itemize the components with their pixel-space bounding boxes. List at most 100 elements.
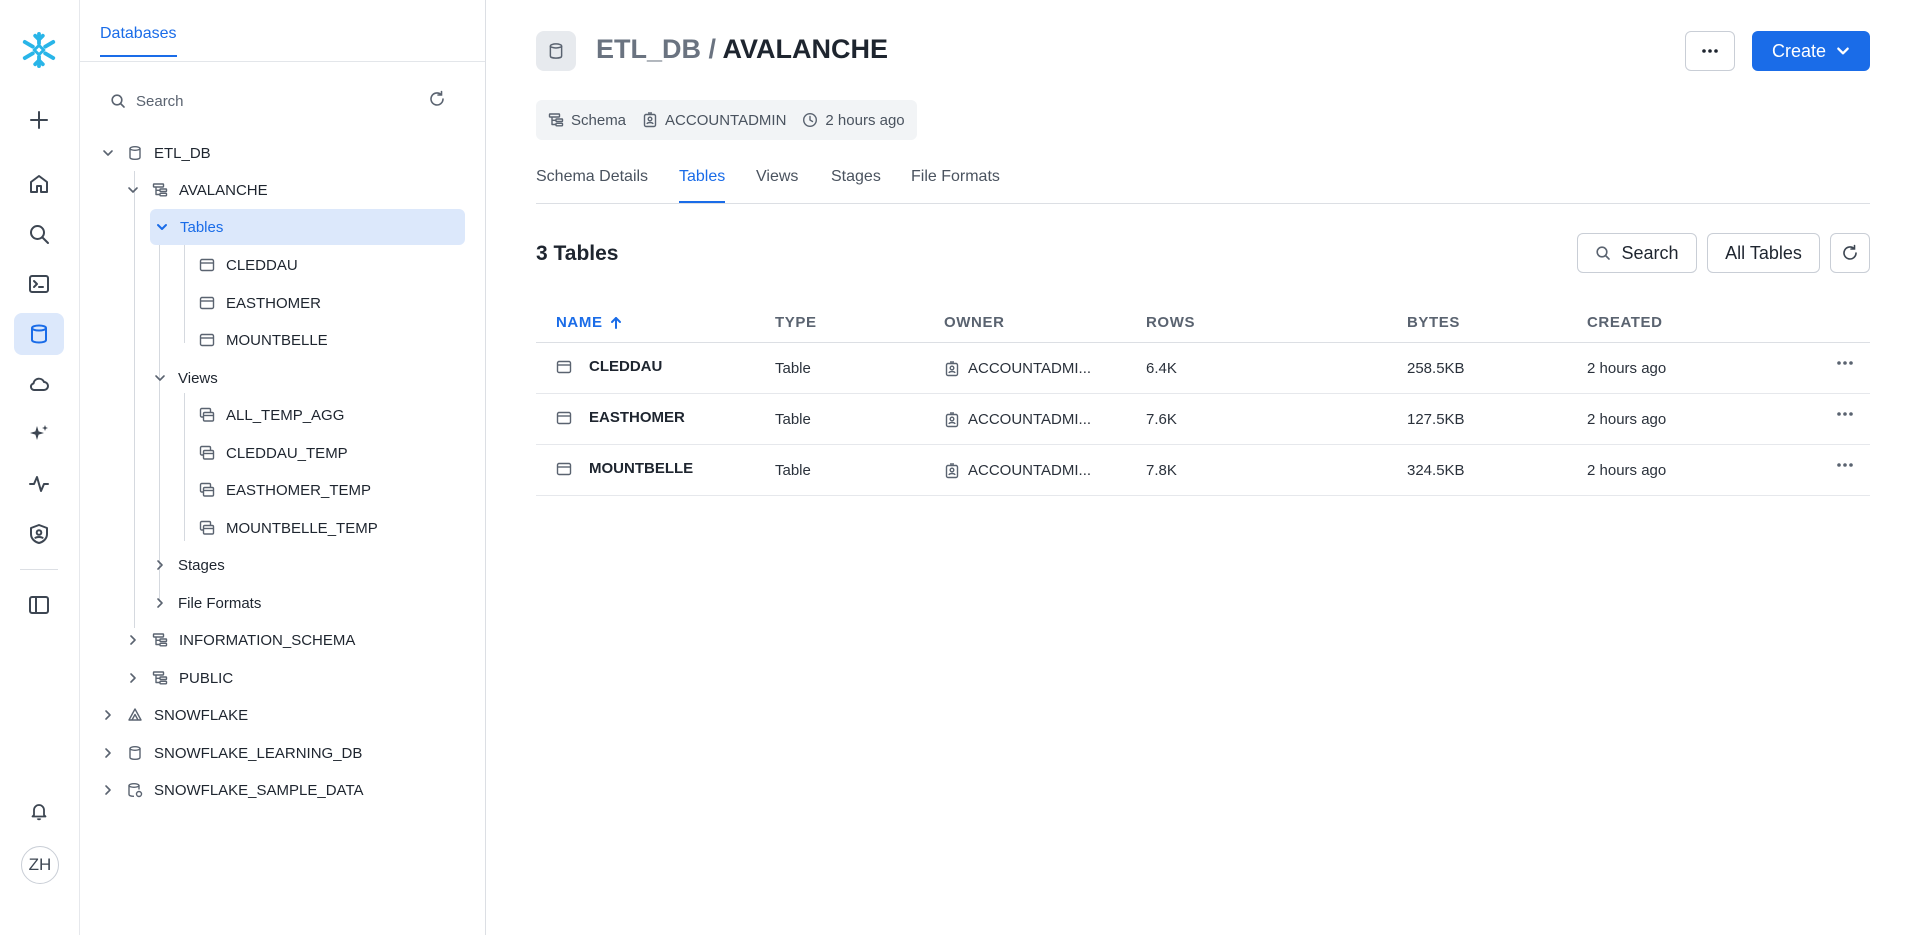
table-filter-dropdown[interactable]: All Tables	[1707, 233, 1820, 273]
tree-node-table-easthomer[interactable]: EASTHOMER	[198, 285, 466, 321]
tree-node-label: AVALANCHE	[179, 181, 268, 199]
shared-database-icon	[126, 706, 144, 724]
tree-node-table-cleddau[interactable]: CLEDDAU	[198, 247, 466, 283]
plus-icon[interactable]	[14, 99, 64, 141]
sparkle-icon[interactable]	[14, 413, 64, 455]
create-button[interactable]: Create	[1752, 31, 1870, 71]
tree-node-views[interactable]: Views	[152, 360, 466, 396]
breadcrumb-separator: /	[708, 34, 717, 64]
tables-table: NAME TYPE OWNER ROWS BYTES CREATED CLEDD…	[536, 300, 1870, 496]
tree-node-tables[interactable]: Tables	[150, 209, 465, 245]
role-icon	[643, 112, 657, 128]
column-header-owner[interactable]: OWNER	[944, 314, 1005, 331]
row-type: Table	[775, 411, 811, 428]
tab-schema-details[interactable]: Schema Details	[536, 168, 648, 201]
row-more-icon[interactable]	[1836, 411, 1854, 417]
tree-node-information-schema[interactable]: INFORMATION_SCHEMA	[125, 622, 466, 658]
chevron-right-icon[interactable]	[152, 557, 168, 573]
tree-node-label: SNOWFLAKE_LEARNING_DB	[154, 744, 363, 762]
breadcrumb-database[interactable]: ETL_DB	[596, 34, 701, 64]
bell-icon[interactable]	[14, 790, 64, 832]
explorer-search-input[interactable]: Search	[110, 88, 450, 114]
tree-node-view-cleddau-temp[interactable]: CLEDDAU_TEMP	[198, 435, 466, 471]
tab-databases[interactable]: Databases	[100, 25, 177, 57]
snowflake-logo-icon[interactable]	[14, 29, 64, 71]
chevron-down-icon[interactable]	[125, 182, 141, 198]
table-header-row: NAME TYPE OWNER ROWS BYTES CREATED	[536, 300, 1870, 343]
cloud-icon[interactable]	[14, 363, 64, 405]
tree-node-avalanche[interactable]: AVALANCHE	[125, 172, 466, 208]
tree-node-public[interactable]: PUBLIC	[125, 660, 466, 696]
tab-views[interactable]: Views	[756, 168, 798, 201]
chevron-right-icon[interactable]	[100, 707, 116, 723]
tree-node-snowflake[interactable]: SNOWFLAKE	[100, 697, 466, 733]
tree-node-label: SNOWFLAKE_SAMPLE_DATA	[154, 781, 364, 799]
chevron-right-icon[interactable]	[125, 670, 141, 686]
chevron-down-icon	[1837, 47, 1849, 55]
tree-node-label: File Formats	[178, 594, 262, 612]
row-name[interactable]: CLEDDAU	[556, 358, 662, 375]
tree-node-label: Tables	[180, 218, 224, 236]
column-header-name[interactable]: NAME	[556, 314, 623, 331]
column-header-type[interactable]: TYPE	[775, 314, 817, 331]
nav-rail: ZH	[0, 0, 80, 935]
schema-tabs: Schema Details Tables Views Stages File …	[536, 160, 1870, 204]
tree-node-label: Stages	[178, 556, 225, 574]
search-icon	[111, 94, 125, 108]
tree-guide	[134, 171, 135, 628]
chevron-right-icon[interactable]	[125, 632, 141, 648]
table-row[interactable]: MOUNTBELLE Table ACCOUNTADMI... 7.8K 324…	[536, 445, 1870, 496]
more-actions-button[interactable]	[1685, 31, 1735, 71]
tree-node-snowflake-sample-data[interactable]: SNOWFLAKE_SAMPLE_DATA	[100, 772, 466, 808]
tree-node-view-easthomer-temp[interactable]: EASTHOMER_TEMP	[198, 472, 466, 508]
table-row[interactable]: CLEDDAU Table ACCOUNTADMI... 6.4K 258.5K…	[536, 343, 1870, 394]
column-header-created[interactable]: CREATED	[1587, 314, 1663, 331]
chevron-down-icon[interactable]	[154, 219, 170, 235]
database-icon[interactable]	[14, 313, 64, 355]
row-created: 2 hours ago	[1587, 360, 1667, 377]
home-icon[interactable]	[14, 163, 64, 205]
row-more-icon[interactable]	[1836, 462, 1854, 468]
terminal-icon[interactable]	[14, 263, 64, 305]
meta-type: Schema	[548, 112, 626, 129]
tree-node-stages[interactable]: Stages	[152, 547, 466, 583]
chevron-down-icon[interactable]	[152, 370, 168, 386]
view-icon	[198, 444, 216, 462]
tree-node-etl-db[interactable]: ETL_DB	[100, 135, 466, 171]
chevron-down-icon[interactable]	[100, 145, 116, 161]
tree-node-view-all-temp-agg[interactable]: ALL_TEMP_AGG	[198, 397, 466, 433]
tab-file-formats[interactable]: File Formats	[911, 168, 1000, 201]
row-name[interactable]: MOUNTBELLE	[556, 460, 693, 477]
shield-icon[interactable]	[14, 513, 64, 555]
tree-node-view-mountbelle-temp[interactable]: MOUNTBELLE_TEMP	[198, 510, 466, 546]
tree-node-label: SNOWFLAKE	[154, 706, 249, 724]
avatar[interactable]: ZH	[21, 846, 59, 884]
table-icon	[556, 411, 572, 424]
row-name[interactable]: EASTHOMER	[556, 409, 685, 426]
table-search-button[interactable]: Search	[1577, 233, 1697, 273]
activity-icon[interactable]	[14, 463, 64, 505]
tab-tables[interactable]: Tables	[679, 168, 726, 203]
search-icon[interactable]	[14, 213, 64, 255]
table-refresh-button[interactable]	[1830, 233, 1870, 273]
column-header-rows[interactable]: ROWS	[1146, 314, 1195, 331]
chevron-right-icon[interactable]	[152, 595, 168, 611]
row-name-label: CLEDDAU	[589, 358, 663, 375]
tree-node-label: ALL_TEMP_AGG	[226, 406, 345, 424]
row-more-icon[interactable]	[1836, 360, 1854, 366]
tab-stages[interactable]: Stages	[831, 168, 881, 201]
row-owner-label: ACCOUNTADMI...	[968, 360, 1092, 377]
sidebar-toggle-icon[interactable]	[14, 584, 64, 626]
breadcrumb-schema: AVALANCHE	[722, 34, 889, 64]
refresh-icon[interactable]	[428, 90, 446, 108]
tree-node-file-formats[interactable]: File Formats	[152, 585, 466, 621]
tree-node-label: MOUNTBELLE	[226, 331, 328, 349]
tree-node-snowflake-learning-db[interactable]: SNOWFLAKE_LEARNING_DB	[100, 735, 466, 771]
tree-node-table-mountbelle[interactable]: MOUNTBELLE	[198, 322, 466, 358]
arrow-up-icon	[610, 316, 621, 329]
tree-node-label: EASTHOMER_TEMP	[226, 481, 372, 499]
chevron-right-icon[interactable]	[100, 745, 116, 761]
column-header-bytes[interactable]: BYTES	[1407, 314, 1460, 331]
table-row[interactable]: EASTHOMER Table ACCOUNTADMI... 7.6K 127.…	[536, 394, 1870, 445]
chevron-right-icon[interactable]	[100, 782, 116, 798]
